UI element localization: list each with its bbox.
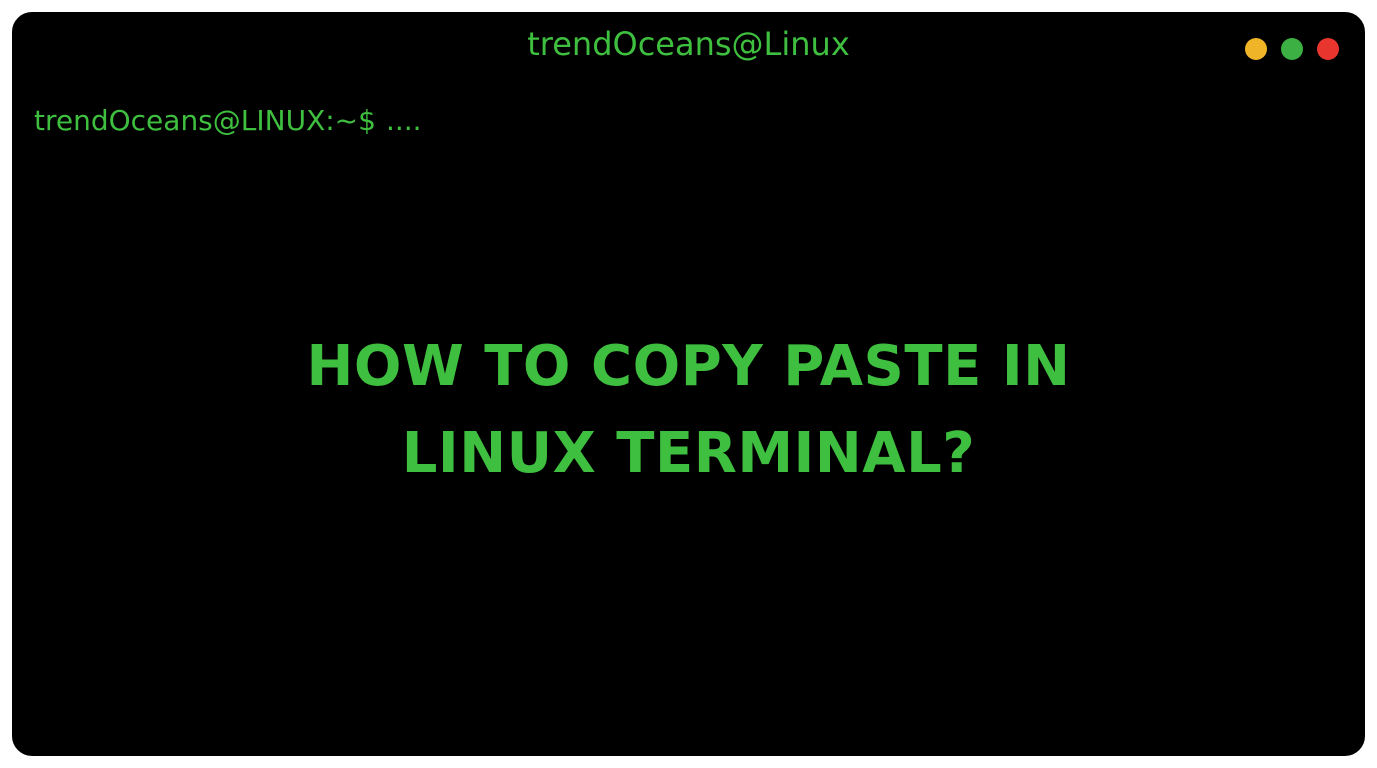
shell-command: .... xyxy=(386,104,422,137)
headline-line-1: HOW TO COPY PASTE IN xyxy=(54,324,1323,411)
maximize-icon[interactable] xyxy=(1281,38,1303,60)
titlebar: trendOceans@Linux xyxy=(14,14,1363,74)
close-icon[interactable] xyxy=(1317,38,1339,60)
prompt-line: trendOceans@LINUX:~$ .... xyxy=(34,104,1343,137)
headline: HOW TO COPY PASTE IN LINUX TERMINAL? xyxy=(14,324,1363,498)
shell-prompt: trendOceans@LINUX:~$ xyxy=(34,104,376,137)
terminal-window: trendOceans@Linux trendOceans@LINUX:~$ .… xyxy=(12,12,1365,756)
traffic-lights xyxy=(1245,38,1339,60)
minimize-icon[interactable] xyxy=(1245,38,1267,60)
headline-line-2: LINUX TERMINAL? xyxy=(54,411,1323,498)
terminal-body[interactable]: trendOceans@LINUX:~$ .... xyxy=(14,74,1363,137)
window-title: trendOceans@Linux xyxy=(527,25,850,63)
